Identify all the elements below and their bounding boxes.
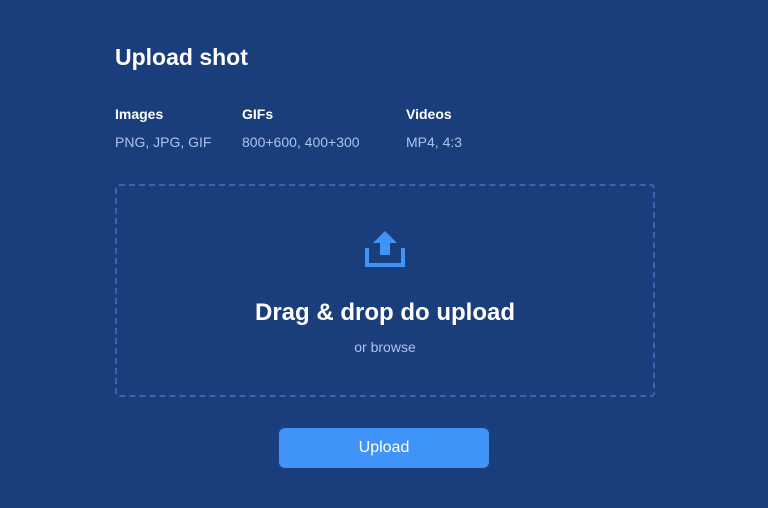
format-gifs: GIFs 800+600, 400+300 — [242, 104, 360, 152]
format-description: PNG, JPG, GIF — [115, 134, 212, 150]
format-images: Images PNG, JPG, GIF — [115, 104, 211, 152]
format-description: MP4, 4:3 — [406, 134, 463, 150]
browse-link[interactable]: or browse — [117, 338, 653, 356]
upload-dropzone[interactable]: Drag & drop do upload or browse — [115, 184, 655, 397]
supported-formats: Images PNG, JPG, GIF GIFs 800+600, 400+3… — [0, 104, 768, 156]
format-title: Images — [115, 106, 164, 122]
page-title: Upload shot — [115, 44, 248, 70]
format-title: GIFs — [242, 106, 274, 122]
dropzone-title: Drag & drop do upload — [255, 299, 515, 326]
upload-icon — [365, 231, 405, 267]
upload-button[interactable]: Upload — [279, 428, 489, 468]
format-videos: Videos MP4, 4:3 — [406, 104, 462, 152]
format-title: Videos — [406, 106, 452, 122]
format-description: 800+600, 400+300 — [242, 134, 360, 150]
